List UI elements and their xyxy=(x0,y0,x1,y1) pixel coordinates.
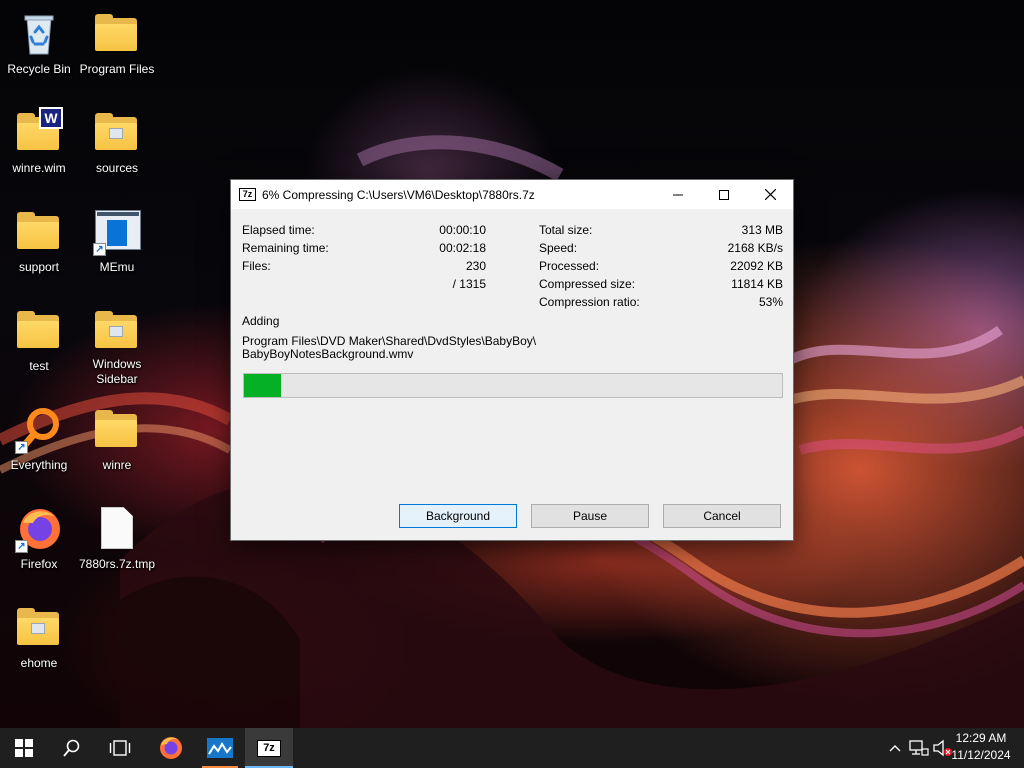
network-icon xyxy=(909,740,929,756)
task-view-icon xyxy=(109,740,131,756)
desktop-icon-label: sources xyxy=(95,161,139,175)
show-hidden-icons-button[interactable] xyxy=(884,728,906,768)
desktop-icon-support[interactable]: support xyxy=(0,202,78,288)
maximize-icon xyxy=(719,189,729,200)
compression-ratio-label: Compression ratio: xyxy=(539,295,640,309)
search-icon xyxy=(63,739,80,757)
taskbar-memu[interactable] xyxy=(196,728,244,768)
desktop-icon-label: Recycle Bin xyxy=(7,62,71,76)
search-button[interactable] xyxy=(48,728,96,768)
pause-button[interactable]: Pause xyxy=(531,504,649,528)
desktop-icon-winre-wim[interactable]: W winre.wim xyxy=(0,103,78,189)
chevron-up-icon xyxy=(889,745,901,752)
desktop-icon-label: ehome xyxy=(20,656,58,670)
compressed-size-value: 11814 KB xyxy=(731,277,783,291)
desktop-icon-recycle-bin[interactable]: Recycle Bin xyxy=(0,4,78,90)
compression-ratio-value: 53% xyxy=(758,295,783,309)
current-file-name: BabyBoyNotesBackground.wmv xyxy=(242,347,414,361)
progress-bar-fill xyxy=(244,374,281,397)
desktop-icon-firefox[interactable]: ↗ Firefox xyxy=(0,499,78,585)
speed-label: Speed: xyxy=(539,241,578,255)
close-button[interactable] xyxy=(747,180,793,209)
desktop-icon-label: Program Files xyxy=(79,62,155,76)
operation-label: Adding xyxy=(242,314,280,328)
remaining-time-label: Remaining time: xyxy=(242,241,329,255)
desktop-icon-ehome[interactable]: ehome xyxy=(0,598,78,684)
folder-icon xyxy=(15,208,63,256)
desktop-icon-label: support xyxy=(18,260,60,274)
network-tray-button[interactable] xyxy=(906,728,932,768)
files-total-value: / 1315 xyxy=(452,277,486,291)
current-file-path: Program Files\DVD Maker\Shared\DvdStyles… xyxy=(242,334,537,348)
7zip-app-icon: 7z xyxy=(239,188,256,201)
total-size-label: Total size: xyxy=(539,223,593,237)
desktop-icon-label: test xyxy=(29,359,49,373)
taskbar-7zip[interactable]: 7z xyxy=(245,728,293,768)
dialog-title: 6% Compressing C:\Users\VM6\Desktop\7880… xyxy=(262,187,535,202)
desktop-icon-7880rs-tmp[interactable]: 7880rs.7z.tmp xyxy=(78,499,156,585)
elapsed-time-label: Elapsed time: xyxy=(242,223,315,237)
wim-file-icon: W xyxy=(15,107,63,157)
desktop-icon-sources[interactable]: sources xyxy=(78,103,156,189)
desktop-icon-memu[interactable]: ↗ MEmu xyxy=(78,202,156,288)
folder-icon xyxy=(93,406,141,454)
task-view-button[interactable] xyxy=(96,728,144,768)
desktop-icon-windows-sidebar[interactable]: Windows Sidebar xyxy=(78,301,156,387)
desktop-icon-label: Firefox xyxy=(20,557,58,571)
recycle-bin-icon xyxy=(15,10,63,58)
total-size-value: 313 MB xyxy=(741,223,783,237)
everything-shortcut-icon: ↗ xyxy=(15,406,63,454)
progress-bar xyxy=(243,373,783,398)
clock-time: 12:29 AM xyxy=(955,731,1007,745)
desktop-icon-label: winre.wim xyxy=(12,161,66,175)
elapsed-time-value: 00:00:10 xyxy=(439,223,486,237)
folder-icon xyxy=(93,307,141,353)
taskbar-clock[interactable]: 12:29 AM 11/12/2024 xyxy=(946,730,1016,766)
files-label: Files: xyxy=(242,259,271,273)
firefox-icon xyxy=(160,737,182,759)
firefox-shortcut-icon: ↗ xyxy=(15,505,63,553)
background-button[interactable]: Background xyxy=(399,504,517,528)
compression-progress-dialog[interactable]: 7z 6% Compressing C:\Users\VM6\Desktop\7… xyxy=(230,179,794,541)
dialog-titlebar[interactable]: 7z 6% Compressing C:\Users\VM6\Desktop\7… xyxy=(231,180,793,209)
files-processed-value: 230 xyxy=(465,259,486,273)
processed-label: Processed: xyxy=(539,259,600,273)
taskbar-firefox[interactable] xyxy=(147,728,195,768)
folder-icon xyxy=(93,10,141,58)
minimize-icon xyxy=(673,194,683,195)
cancel-button[interactable]: Cancel xyxy=(663,504,781,528)
speed-value: 2168 KB/s xyxy=(727,241,783,255)
compressed-size-label: Compressed size: xyxy=(539,277,636,291)
start-icon xyxy=(15,739,33,757)
close-icon xyxy=(764,189,776,200)
7zip-icon: 7z xyxy=(257,739,281,757)
desktop-icon-label: MEmu xyxy=(99,260,135,274)
desktop-icon-program-files[interactable]: Program Files xyxy=(78,4,156,90)
taskbar: 7z 12:29 AM 11/12/2024 xyxy=(0,728,1024,768)
desktop-icon-label: 7880rs.7z.tmp xyxy=(78,557,156,571)
clock-date: 11/12/2024 xyxy=(951,748,1011,762)
blank-file-icon xyxy=(93,505,141,553)
folder-icon xyxy=(15,307,63,355)
desktop-icon-test[interactable]: test xyxy=(0,301,78,387)
start-button[interactable] xyxy=(0,728,48,768)
maximize-button[interactable] xyxy=(701,180,747,209)
memu-shortcut-icon: ↗ xyxy=(93,208,141,256)
folder-icon xyxy=(93,109,141,157)
desktop-icon-label: Everything xyxy=(10,458,68,472)
desktop-icon-winre[interactable]: winre xyxy=(78,400,156,486)
desktop-icon-label: winre xyxy=(102,458,132,472)
minimize-button[interactable] xyxy=(655,180,701,209)
desktop-icon-label: Windows Sidebar xyxy=(92,357,142,386)
desktop-icon-everything[interactable]: ↗ Everything xyxy=(0,400,78,486)
remaining-time-value: 00:02:18 xyxy=(439,241,486,255)
processed-value: 22092 KB xyxy=(730,259,783,273)
memu-icon xyxy=(207,738,233,758)
folder-icon xyxy=(15,604,63,652)
